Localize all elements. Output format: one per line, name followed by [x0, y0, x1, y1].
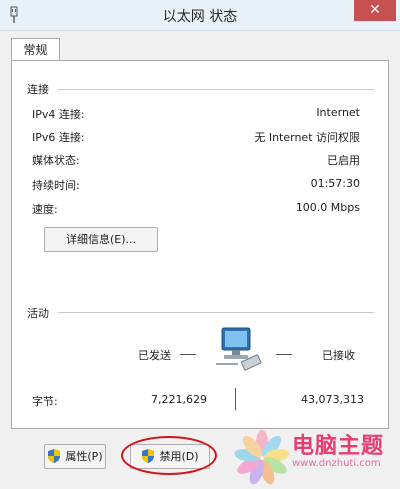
sent-dash [180, 354, 196, 355]
speed-value: 100.0 Mbps [295, 201, 360, 214]
bytes-divider [235, 388, 236, 410]
window-title: 以太网 状态 [162, 9, 238, 25]
watermark-url: www.dnzhuti.com [292, 458, 381, 469]
media-state-value: 已启用 [327, 154, 360, 167]
watermark-title: 电脑主题 [292, 434, 385, 459]
media-state-label: 媒体状态: [32, 154, 80, 167]
close-button[interactable]: ✕ [354, 0, 396, 21]
received-label: 已接收 [322, 349, 355, 362]
connection-divider [58, 89, 374, 90]
activity-group-label: 活动 [27, 307, 49, 320]
network-computer-icon [216, 327, 262, 371]
properties-button[interactable]: 属性(P) [44, 444, 106, 469]
ipv4-value: Internet [316, 106, 360, 119]
highlight-circle [121, 436, 217, 475]
sent-label: 已发送 [138, 349, 171, 362]
received-dash [276, 354, 292, 355]
tab-general[interactable]: 常规 [11, 38, 60, 62]
duration-value: 01:57:30 [310, 177, 360, 190]
details-button[interactable]: 详细信息(E)... [44, 227, 158, 252]
duration-label: 持续时间: [32, 179, 80, 192]
bytes-sent-value: 7,221,629 [151, 393, 207, 406]
bytes-received-value: 43,073,313 [301, 393, 364, 406]
activity-divider [58, 312, 374, 313]
tab-strip: 常规 [0, 31, 400, 62]
ipv6-label: IPv6 连接: [32, 131, 85, 144]
close-icon: ✕ [369, 2, 381, 18]
uac-shield-icon [48, 449, 61, 463]
ipv6-value: 无 Internet 访问权限 [254, 131, 360, 144]
properties-button-label: 属性(P) [65, 450, 103, 463]
title-bar[interactable]: 以太网 状态 ✕ [0, 0, 400, 31]
speed-label: 速度: [32, 203, 58, 216]
bytes-label: 字节: [32, 395, 58, 408]
ipv4-label: IPv4 连接: [32, 108, 85, 121]
connection-group-label: 连接 [27, 83, 49, 96]
